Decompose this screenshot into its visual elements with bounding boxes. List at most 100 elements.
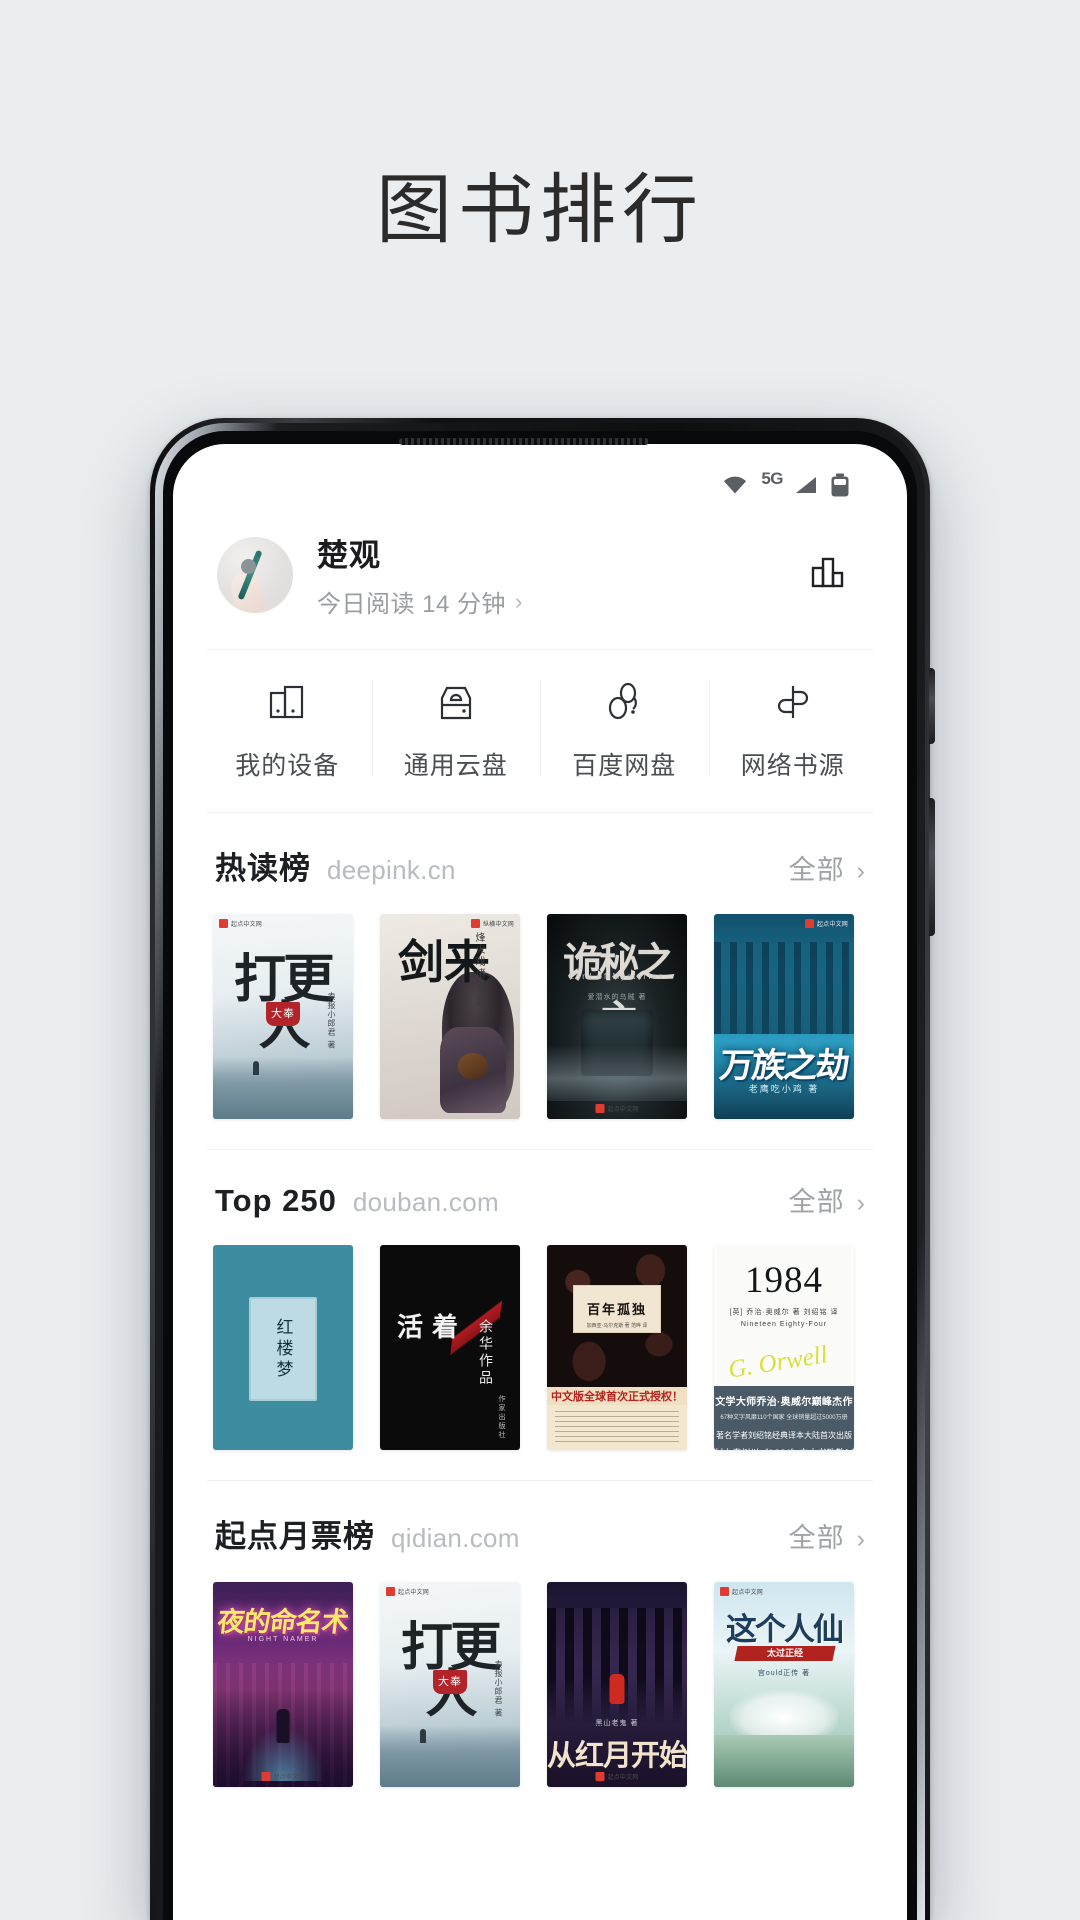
earpiece-speaker [399, 438, 649, 445]
reading-time-label: 今日阅读 14 分钟 [317, 584, 506, 619]
blurb-line-4: 村上春树以《1Q84》向本书致敬！ [714, 1446, 854, 1450]
chevron-right-icon: › [857, 857, 865, 886]
signal-icon [794, 475, 818, 495]
avatar-nib-shape [241, 559, 256, 574]
devices-icon [261, 676, 313, 728]
power-button[interactable] [929, 798, 935, 936]
book-badge: 大奉 [433, 1670, 467, 1694]
section-title: 热读榜 [215, 843, 311, 888]
book-cover[interactable]: 夜的命名术 NIGHT NAMER 起点中文网 [213, 1582, 353, 1787]
cloud-drive-icon [430, 676, 482, 728]
section-source: douban.com [353, 1187, 789, 1218]
cover-art-paragraph [555, 1411, 679, 1443]
cover-art-figure [277, 1709, 290, 1743]
section-top-250: Top 250 douban.com 全部 › 红楼梦 活着 余华作品 [173, 1150, 907, 1480]
profile-text: 楚观 今日阅读 14 分钟 › [317, 530, 805, 619]
book-author: 爱潜水的乌贼 著 [547, 992, 687, 1002]
book-author: 加西亚·马尔克斯 著 范晔 译 [574, 1322, 660, 1329]
view-all-button[interactable]: 全部 [789, 1180, 845, 1219]
bottom-spacer [173, 1817, 907, 1907]
book-cover[interactable]: 百年孤独 加西亚·马尔克斯 著 范晔 译 中文版全球首次正式授权！ [547, 1245, 687, 1450]
battery-icon [831, 473, 849, 497]
quick-action-label: 网络书源 [741, 746, 845, 782]
quick-action-my-devices[interactable]: 我的设备 [203, 676, 372, 782]
section-title: 起点月票榜 [215, 1511, 375, 1556]
book-author: [英] 乔治·奥威尔 著 刘绍铭 译 [714, 1307, 854, 1317]
book-author: 老鹰吃小鸡 著 [714, 1082, 854, 1095]
cover-art-mountain [213, 1057, 353, 1119]
cover-art-city [714, 942, 854, 1034]
chevron-right-icon: › [857, 1525, 865, 1554]
book-title: 夜的命名术 [213, 1600, 353, 1639]
baidu-netdisk-icon [598, 676, 650, 728]
book-title-english: Lord of Mysteries [547, 972, 687, 981]
book-cover[interactable]: 起点中文网 万族之劫 老鹰吃小鸡 著 [714, 914, 854, 1119]
book-cover[interactable]: 黑山老鬼 著 从红月开始 起点中文网 [547, 1582, 687, 1787]
book-title: 这个人仙 [714, 1604, 854, 1649]
section-source: deepink.cn [327, 855, 789, 886]
section-header: 热读榜 deepink.cn 全部 › [207, 813, 873, 914]
section-header: 起点月票榜 qidian.com 全部 › [207, 1481, 873, 1582]
quick-action-label: 我的设备 [235, 746, 339, 782]
cover-art-figure [420, 1729, 426, 1743]
status-bar: 5G [173, 444, 907, 508]
book-cover[interactable]: 1984 [英] 乔治·奥威尔 著 刘绍铭 译 Nineteen Eighty-… [714, 1245, 854, 1450]
page-title: 图书排行 [0, 148, 1080, 258]
volume-button[interactable] [929, 668, 935, 744]
cover-art-figure [253, 1061, 259, 1075]
cover-art-figure [610, 1674, 625, 1704]
quick-action-label: 通用云盘 [404, 746, 508, 782]
publisher-tag: 起点中文网 [261, 1772, 304, 1781]
phone-device-frame: 5G [150, 418, 930, 1920]
username: 楚观 [317, 530, 805, 575]
book-cover[interactable]: 纵横中文网 剑来 烽火戏诸侯 著 [380, 914, 520, 1119]
profile-row[interactable]: 楚观 今日阅读 14 分钟 › [173, 508, 907, 649]
book-cover[interactable]: 红楼梦 [213, 1245, 353, 1450]
bar-chart-icon[interactable] [805, 550, 855, 599]
cover-art-label: 百年孤独 加西亚·马尔克斯 著 范晔 译 [573, 1285, 661, 1333]
publisher-tag: 纵横中文网 [471, 919, 514, 928]
book-author: 黑山老鬼 著 [547, 1718, 687, 1728]
web-source-icon [767, 676, 819, 728]
view-all-button[interactable]: 全部 [789, 848, 845, 887]
book-cover-list: 起点中文网 打更人 大奉 卖报小郎君 著 纵横中文网 剑来 烽火戏诸侯 著 [207, 914, 873, 1149]
phone-screen: 5G [173, 444, 907, 1920]
chevron-right-icon: › [515, 589, 523, 615]
book-cover[interactable]: 起点中文网 打更人 大奉 卖报小郎君 著 [380, 1582, 520, 1787]
book-cover-list: 夜的命名术 NIGHT NAMER 起点中文网 起点中文网 打更人 大奉 卖报小… [207, 1582, 873, 1817]
wifi-icon [722, 475, 748, 495]
book-title: 万族之劫 [714, 1038, 854, 1087]
quick-action-cloud-drive[interactable]: 通用云盘 [372, 676, 541, 782]
section-qidian-monthly: 起点月票榜 qidian.com 全部 › 夜的命名术 NIGHT NAMER … [173, 1481, 907, 1817]
blurb-line-2: 67种文字风靡110个国家 全球销量超过5000万册 [714, 1412, 854, 1421]
book-title-english: Nineteen Eighty-Four [714, 1321, 854, 1328]
book-title: 红楼梦 [271, 1318, 296, 1381]
book-cover[interactable]: 起点中文网 这个人仙 太过正经 宫ould正传 著 [714, 1582, 854, 1787]
section-title: Top 250 [215, 1183, 337, 1219]
book-publisher: 作家出版社 [496, 1395, 506, 1440]
book-band-text: 中文版全球首次正式授权！ [547, 1387, 687, 1405]
cover-blurb-strip: 文学大师乔治·奥威尔巅峰杰作 67种文字风靡110个国家 全球销量超过5000万… [714, 1386, 854, 1450]
quick-action-baidu-netdisk[interactable]: 百度网盘 [540, 676, 709, 782]
book-title: 1984 [714, 1259, 854, 1302]
quick-action-web-source[interactable]: 网络书源 [709, 676, 878, 782]
cover-art-cloud [730, 1690, 838, 1736]
reading-time-row[interactable]: 今日阅读 14 分钟 › [317, 584, 805, 619]
book-author: 余华作品 [474, 1319, 494, 1387]
quick-actions-row: 我的设备 通用云盘 [173, 650, 907, 812]
book-badge: 太过正经 [734, 1646, 835, 1661]
blurb-line-3: 著名学者刘绍铭经典译本大陆首次出版 [714, 1430, 854, 1441]
publisher-tag: 起点中文网 [595, 1772, 638, 1781]
book-cover[interactable]: 诡秘之主 Lord of Mysteries 爱潜水的乌贼 著 起点中文网 [547, 914, 687, 1119]
page-root: 图书排行 5G [0, 0, 1080, 1920]
publisher-tag: 起点中文网 [386, 1587, 429, 1596]
cover-art-signature: G. Orwell [726, 1341, 829, 1384]
book-cover[interactable]: 起点中文网 打更人 大奉 卖报小郎君 著 [213, 914, 353, 1119]
view-all-button[interactable]: 全部 [789, 1516, 845, 1555]
avatar[interactable] [217, 537, 293, 613]
book-cover[interactable]: 活着 余华作品 作家出版社 [380, 1245, 520, 1450]
section-header: Top 250 douban.com 全部 › [207, 1150, 873, 1245]
book-title-english: NIGHT NAMER [213, 1636, 353, 1643]
book-title: 从红月开始 [547, 1732, 687, 1774]
book-badge: 大奉 [266, 1002, 300, 1026]
